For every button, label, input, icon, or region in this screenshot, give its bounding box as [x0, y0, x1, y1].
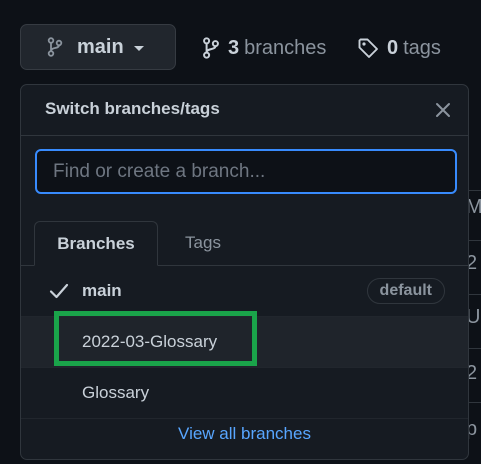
popup-title: Switch branches/tags [45, 99, 220, 118]
tags-count: 0 [387, 36, 399, 59]
current-branch-label: main [77, 35, 124, 58]
branches-count-link[interactable]: 3 branches [202, 30, 326, 66]
chevron-down-icon [133, 46, 144, 51]
default-badge: default [366, 278, 445, 304]
tab-tags[interactable]: Tags [168, 221, 238, 265]
check-icon [49, 283, 69, 299]
branch-name: 2022-03-Glossary [82, 332, 218, 351]
branch-item-main[interactable]: main default [21, 266, 468, 317]
branch-item-2022-03-glossary[interactable]: 2022-03-Glossary [21, 317, 468, 368]
branch-name: main [82, 281, 122, 300]
git-branch-icon [47, 37, 63, 57]
close-button[interactable] [432, 99, 454, 121]
branch-list: main default 2022-03-Glossary Glossary [21, 266, 468, 419]
branch-item-glossary[interactable]: Glossary [21, 368, 468, 419]
branch-switcher-popup: Switch branches/tags Branches Tags main … [20, 84, 469, 460]
popup-footer: View all branches [21, 417, 468, 451]
branch-name: Glossary [82, 383, 150, 402]
branches-count: 3 [228, 36, 240, 59]
branch-filter-input[interactable] [35, 149, 457, 194]
git-branch-icon [203, 37, 219, 59]
filter-section [21, 136, 468, 204]
view-all-branches-link[interactable]: View all branches [178, 424, 311, 444]
tags-label: tags [403, 36, 441, 59]
popup-header: Switch branches/tags [21, 85, 468, 136]
tab-branches[interactable]: Branches [34, 221, 158, 266]
branch-select-button[interactable]: main [20, 24, 176, 70]
tags-count-link[interactable]: 0 tags [357, 30, 441, 66]
branch-tag-tabs: Branches Tags [21, 221, 468, 266]
close-icon [436, 103, 450, 117]
branches-label: branches [244, 36, 327, 59]
tag-icon [358, 38, 378, 58]
